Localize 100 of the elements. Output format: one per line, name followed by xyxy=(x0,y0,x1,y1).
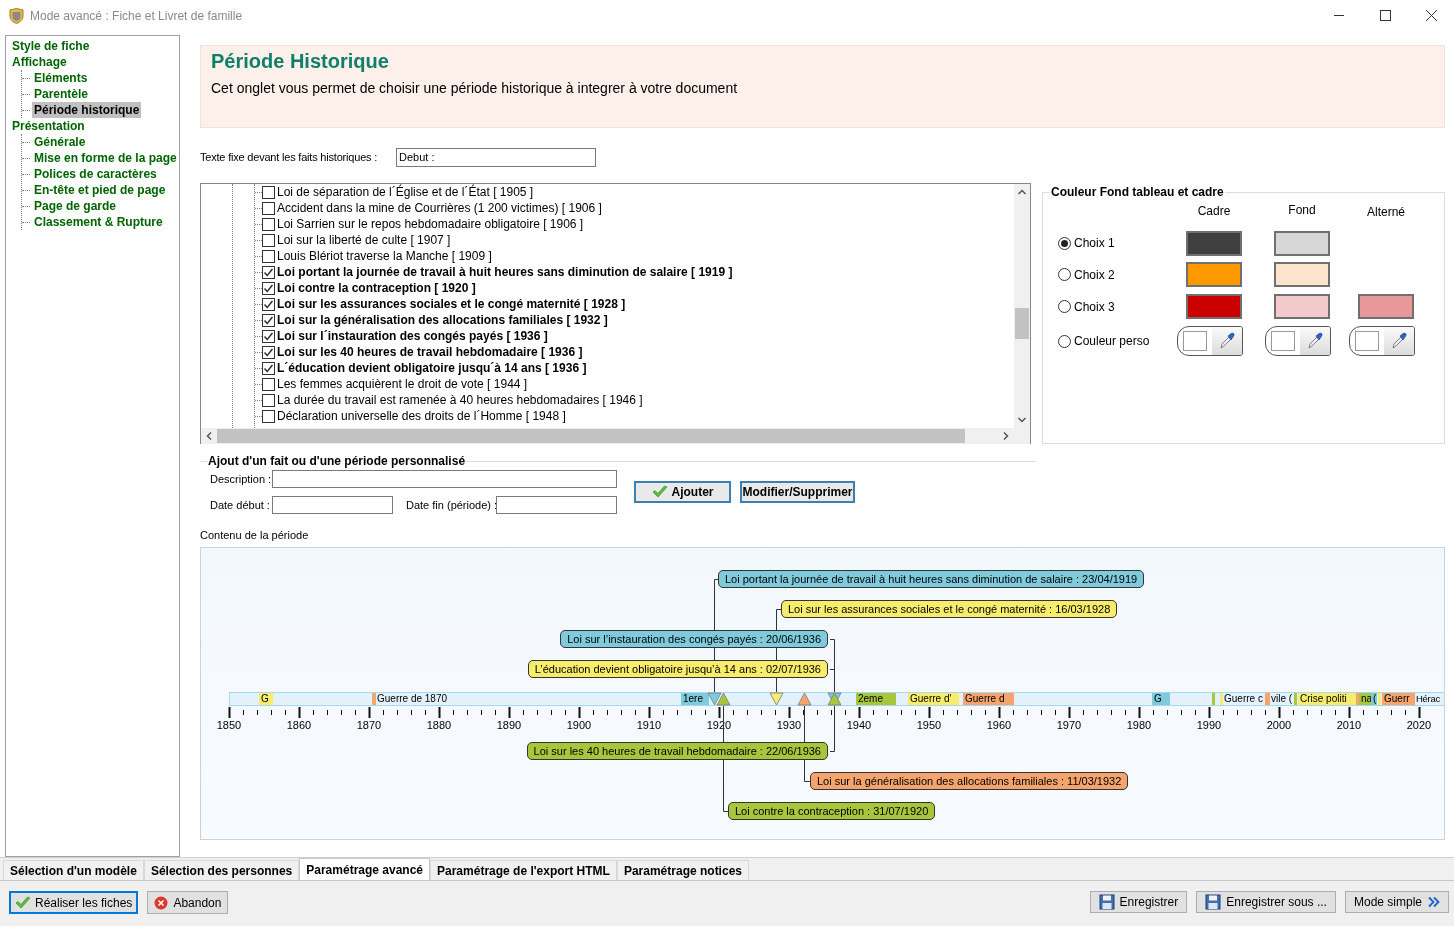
checkbox[interactable] xyxy=(262,201,275,215)
axis-label: 1940 xyxy=(845,719,873,732)
fact-label: Louis Blériot traverse la Manche [ 1909 ] xyxy=(277,248,492,265)
tab[interactable]: Paramétrage notices xyxy=(616,860,749,880)
checkbox[interactable] xyxy=(262,377,275,391)
tree-item[interactable]: Parentèle xyxy=(32,86,91,102)
axis-label: 1910 xyxy=(635,719,663,732)
color-swatch[interactable] xyxy=(1186,294,1242,319)
color-picker[interactable] xyxy=(1349,326,1415,356)
floppy-icon xyxy=(1098,894,1115,910)
horizontal-scrollbar[interactable] xyxy=(201,428,1030,444)
tab[interactable]: Sélection d'un modèle xyxy=(3,860,144,880)
checkbox[interactable] xyxy=(262,185,275,199)
checkbox[interactable] xyxy=(262,393,275,407)
fact-label: Loi de séparation de l´Église et de l´État [ 1905 ] xyxy=(277,184,534,201)
axis-label: 1900 xyxy=(565,719,593,732)
checkbox[interactable] xyxy=(262,281,275,295)
event-marker xyxy=(797,692,812,706)
checkbox[interactable] xyxy=(262,345,275,359)
facts-list[interactable] xyxy=(200,183,1031,444)
period-block: Guerr xyxy=(1382,693,1415,705)
period-label: Guerre de 1870 xyxy=(377,693,448,705)
text-field[interactable] xyxy=(272,496,393,514)
tree-item[interactable]: Générale xyxy=(32,134,88,150)
period-block: ( xyxy=(1371,693,1377,705)
axis-label: 2020 xyxy=(1405,719,1433,732)
column-header: Cadre xyxy=(1196,203,1232,220)
color-swatch[interactable] xyxy=(1274,262,1330,287)
event-label: Loi sur l’instauration des congés payés : 20/06/1936 xyxy=(560,630,828,648)
action-button[interactable]: Ajouter xyxy=(634,481,731,503)
fact-label: Loi contre la contraception [ 1920 ] xyxy=(277,280,476,297)
page-subtitle: Cet onglet vous permet de choisir une période historique à integrer à votre document xyxy=(211,79,739,97)
color-swatch[interactable] xyxy=(1274,230,1330,256)
fact-label: La durée du travail est ramenée à 40 heures hebdomadaires [ 1946 ] xyxy=(277,392,643,409)
checkbox[interactable] xyxy=(262,217,275,231)
scrollbar-thumb[interactable] xyxy=(217,429,965,443)
tree-item[interactable]: Eléments xyxy=(32,70,90,86)
toolbar-button[interactable]: Enregistrer xyxy=(1089,891,1188,913)
tree-item[interactable]: Polices de caractères xyxy=(32,166,159,182)
fact-label: Accident dans la mine de Courrières (1 200 victimes) [ 1906 ] xyxy=(277,200,602,217)
event-marker xyxy=(707,692,722,706)
axis-label: 1860 xyxy=(285,719,313,732)
radio-button[interactable] xyxy=(1058,268,1071,281)
action-button[interactable]: Modifier/Supprimer xyxy=(740,481,855,503)
tab[interactable]: Paramétrage de l'export HTML xyxy=(430,860,617,880)
color-swatch[interactable] xyxy=(1186,262,1242,287)
column-header: Fond xyxy=(1287,202,1317,219)
event-label: Loi sur les assurances sociales et le congé maternité : 16/03/1928 xyxy=(781,600,1118,618)
checkbox[interactable] xyxy=(262,329,275,343)
checkbox[interactable] xyxy=(262,233,275,247)
tab[interactable]: Sélection des personnes xyxy=(143,860,300,880)
toolbar-button[interactable]: Enregistrer sous ... xyxy=(1196,891,1336,913)
color-swatch[interactable] xyxy=(1358,294,1414,319)
vertical-scrollbar[interactable] xyxy=(1014,184,1030,428)
page-title: Période Historique xyxy=(211,49,390,74)
tree-item[interactable]: Présentation xyxy=(12,118,85,134)
radio-button[interactable] xyxy=(1058,334,1071,348)
axis-label: 1990 xyxy=(1195,719,1223,732)
color-swatch[interactable] xyxy=(1274,294,1330,319)
fact-label: Les femmes acquièrent le droit de vote [ 1944 ] xyxy=(277,376,528,393)
tree-item[interactable]: En-tête et pied de page xyxy=(32,182,168,198)
checkbox[interactable] xyxy=(262,313,275,327)
tree-item[interactable]: Style de fiche xyxy=(12,38,90,54)
period-block: G xyxy=(259,693,273,705)
toolbar-button[interactable]: Mode simple xyxy=(1344,891,1449,913)
period-block: 2eme xyxy=(856,693,896,705)
fact-label: Loi sur la généralisation des allocations familiales [ 1932 ] xyxy=(277,312,608,329)
double-chevron-icon xyxy=(1428,896,1440,908)
check-icon xyxy=(15,895,31,910)
text-field[interactable] xyxy=(496,496,617,514)
color-picker[interactable] xyxy=(1265,326,1331,356)
checkbox[interactable] xyxy=(262,361,275,375)
toolbar-button[interactable]: Abandon xyxy=(147,891,229,914)
tree-item[interactable]: Page de garde xyxy=(32,198,119,214)
scrollbar-thumb[interactable] xyxy=(1015,308,1029,339)
dropper-icon xyxy=(1219,332,1235,350)
tree-item[interactable]: Mise en forme de la page xyxy=(32,150,179,166)
tree-item[interactable]: Classement & Rupture xyxy=(32,214,165,230)
axis-label: 1980 xyxy=(1125,719,1153,732)
shield-icon xyxy=(9,7,24,24)
checkbox[interactable] xyxy=(262,265,275,279)
fact-label: Déclaration universelle des droits de l´Homme [ 1948 ] xyxy=(277,408,566,425)
group-title: Ajout d'un fait ou d'une période personnalisé xyxy=(207,453,467,470)
fact-label: Loi sur les assurances sociales et le congé maternité [ 1928 ] xyxy=(277,296,626,313)
toolbar-button[interactable]: Réaliser les fiches xyxy=(9,891,139,914)
color-picker[interactable] xyxy=(1177,326,1243,356)
event-marker xyxy=(827,692,842,706)
checkbox[interactable] xyxy=(262,249,275,263)
tree-item[interactable]: Période historique xyxy=(32,102,142,118)
color-swatch[interactable] xyxy=(1186,230,1242,256)
checkbox[interactable] xyxy=(262,409,275,423)
tree-item[interactable]: Affichage xyxy=(12,54,67,70)
option-label: Choix 2 xyxy=(1074,266,1115,284)
text-field[interactable]: Debut : xyxy=(396,147,596,167)
radio-button[interactable] xyxy=(1058,236,1071,250)
checkbox[interactable] xyxy=(262,297,275,311)
tab[interactable]: Paramétrage avancé xyxy=(299,858,430,880)
fact-label: Loi portant la journée de travail à huit heures sans diminution de salaire [ 1919 ] xyxy=(277,264,733,281)
radio-button[interactable] xyxy=(1058,300,1071,313)
text-field[interactable] xyxy=(272,470,617,488)
